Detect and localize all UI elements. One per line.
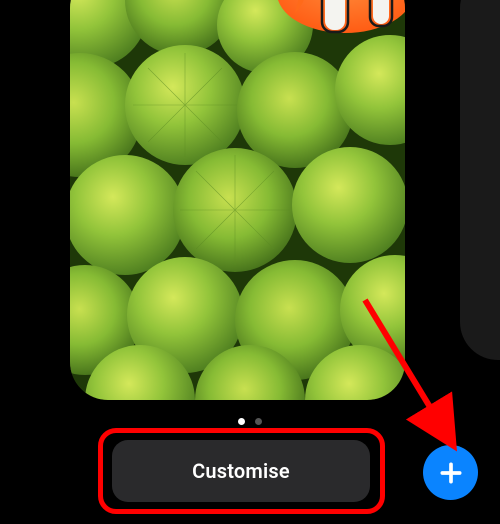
add-button[interactable]	[423, 445, 478, 500]
wallpaper-preview-secondary[interactable]	[460, 0, 500, 360]
page-dot-inactive	[255, 418, 262, 425]
wallpaper-preview[interactable]	[70, 0, 405, 400]
page-dot-active	[238, 418, 245, 425]
customise-button-label: Customise	[192, 459, 290, 483]
clownfish-anemone-image	[70, 0, 405, 400]
customise-button[interactable]: Customise	[112, 440, 370, 502]
page-indicator	[0, 418, 500, 425]
plus-icon	[438, 460, 464, 486]
